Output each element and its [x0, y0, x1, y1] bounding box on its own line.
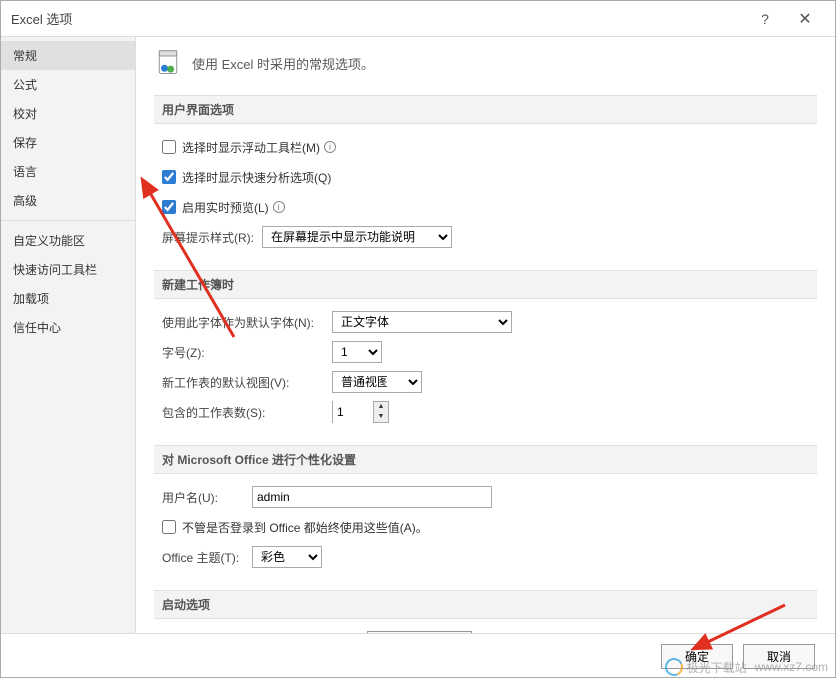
ok-button[interactable]: 确定 [661, 644, 733, 669]
sidebar-item-3[interactable]: 保存 [1, 128, 135, 157]
sidebar-item-5[interactable]: 高级 [1, 186, 135, 215]
label-office-theme: Office 主题(T): [162, 549, 252, 566]
spin-up-icon[interactable]: ▲ [374, 402, 388, 412]
info-icon[interactable]: i [324, 141, 336, 153]
section-personal-header: 对 Microsoft Office 进行个性化设置 [154, 445, 817, 474]
sidebar-divider [1, 220, 135, 221]
sidebar-item-6[interactable]: 自定义功能区 [1, 226, 135, 255]
label-quick-analysis: 选择时显示快速分析选项(Q) [182, 169, 331, 186]
section-ui-header: 用户界面选项 [154, 95, 817, 124]
general-options-icon [154, 49, 182, 77]
checkbox-always-use[interactable] [162, 520, 176, 534]
checkbox-mini-toolbar[interactable] [162, 140, 176, 154]
label-default-font: 使用此字体作为默认字体(N): [162, 314, 332, 331]
section-start-header: 启动选项 [154, 590, 817, 619]
select-font-size[interactable]: 11 [332, 341, 382, 363]
content-pane: 使用 Excel 时采用的常规选项。 用户界面选项 选择时显示浮动工具栏(M) … [136, 37, 835, 633]
info-icon[interactable]: i [273, 201, 285, 213]
sidebar-item-1[interactable]: 公式 [1, 70, 135, 99]
select-screentip-style[interactable]: 在屏幕提示中显示功能说明 [262, 226, 452, 248]
sidebar-item-7[interactable]: 快速访问工具栏 [1, 255, 135, 284]
window-title: Excel 选项 [11, 9, 745, 28]
checkbox-quick-analysis[interactable] [162, 170, 176, 184]
sidebar-item-9[interactable]: 信任中心 [1, 313, 135, 342]
input-sheet-count[interactable] [333, 401, 373, 423]
select-default-view[interactable]: 普通视图 [332, 371, 422, 393]
label-default-view: 新工作表的默认视图(V): [162, 374, 332, 391]
sidebar-item-0[interactable]: 常规 [1, 41, 135, 70]
label-mini-toolbar: 选择时显示浮动工具栏(M) [182, 139, 320, 156]
sidebar-item-4[interactable]: 语言 [1, 157, 135, 186]
select-office-theme[interactable]: 彩色 [252, 546, 322, 568]
sidebar-item-2[interactable]: 校对 [1, 99, 135, 128]
label-sheet-count: 包含的工作表数(S): [162, 404, 332, 421]
spin-down-icon[interactable]: ▼ [374, 412, 388, 422]
label-screentip-style: 屏幕提示样式(R): [162, 229, 262, 246]
cancel-button[interactable]: 取消 [743, 644, 815, 669]
select-default-font[interactable]: 正文字体 [332, 311, 512, 333]
sidebar-item-8[interactable]: 加载项 [1, 284, 135, 313]
sidebar: 常规公式校对保存语言高级自定义功能区快速访问工具栏加载项信任中心 [1, 37, 136, 633]
input-username[interactable] [252, 486, 492, 508]
section-new-header: 新建工作簿时 [154, 270, 817, 299]
page-title: 使用 Excel 时采用的常规选项。 [192, 54, 374, 73]
label-always-use: 不管是否登录到 Office 都始终使用这些值(A)。 [182, 519, 428, 536]
help-button[interactable]: ? [745, 1, 785, 37]
spinner-sheet-count[interactable]: ▲▼ [332, 401, 389, 423]
label-font-size: 字号(Z): [162, 344, 332, 361]
label-live-preview: 启用实时预览(L) [182, 199, 269, 216]
close-button[interactable]: ✕ [785, 1, 825, 37]
checkbox-live-preview[interactable] [162, 200, 176, 214]
label-username: 用户名(U): [162, 489, 252, 506]
